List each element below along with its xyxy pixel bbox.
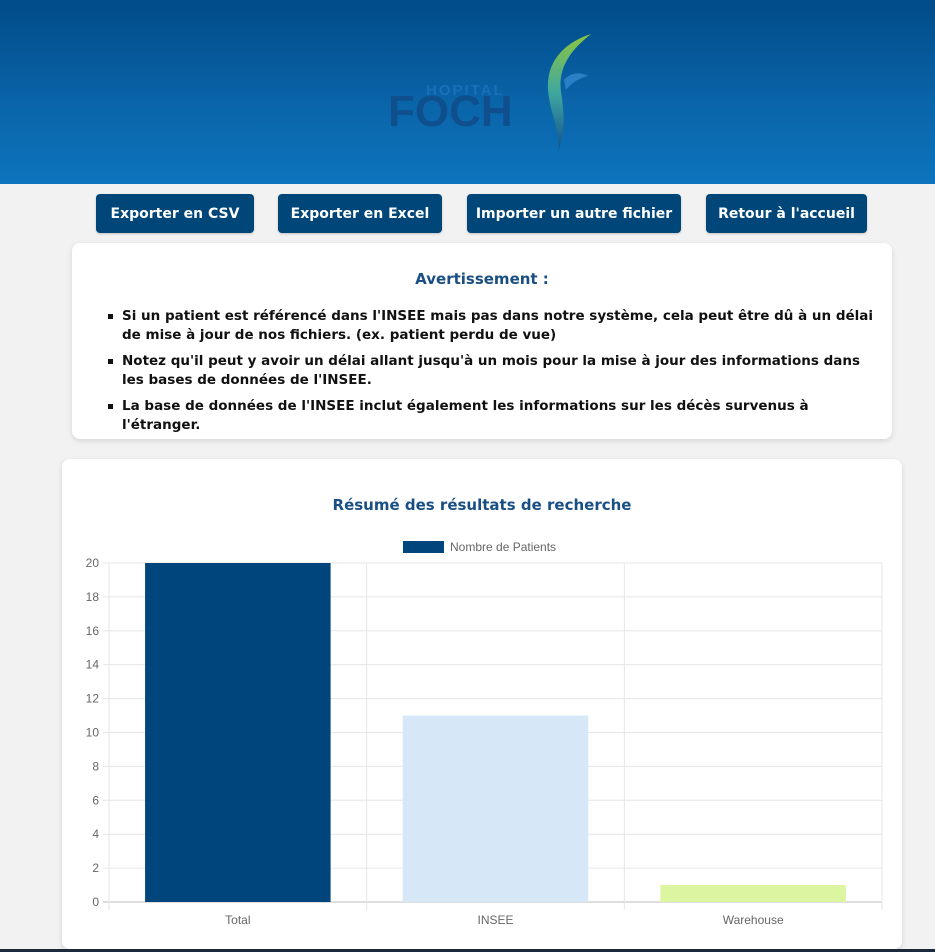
export-excel-button[interactable]: Exporter en Excel <box>278 194 442 233</box>
x-tick-label: Warehouse <box>723 913 784 927</box>
warning-title: Avertissement : <box>415 270 549 288</box>
back-home-button[interactable]: Retour à l'accueil <box>706 194 867 233</box>
y-tick-label: 18 <box>86 590 100 604</box>
warning-item: Notez qu'il peut y avoir un délai allant… <box>108 352 874 390</box>
y-tick-label: 0 <box>92 895 99 909</box>
results-summary-card: Résumé des résultats de recherche 024681… <box>62 459 902 949</box>
bar-warehouse <box>660 885 846 902</box>
y-tick-label: 4 <box>92 827 99 841</box>
warning-item: Si un patient est référencé dans l'INSEE… <box>108 307 874 345</box>
y-tick-label: 20 <box>86 556 100 570</box>
header-banner: HOPITAL FOCH <box>0 0 935 184</box>
import-file-button[interactable]: Importer un autre fichier <box>467 194 681 233</box>
x-tick-label: INSEE <box>477 913 513 927</box>
warning-card: Avertissement : Si un patient est référe… <box>72 243 892 439</box>
y-tick-label: 2 <box>92 861 99 875</box>
hospital-logo: HOPITAL FOCH <box>386 30 596 154</box>
logo-big-text: FOCH <box>388 87 513 136</box>
y-tick-label: 16 <box>86 624 100 638</box>
warning-item: La base de données de l'INSEE inclut éga… <box>108 397 874 435</box>
y-tick-label: 14 <box>86 658 100 672</box>
y-tick-label: 8 <box>92 759 99 773</box>
y-tick-label: 12 <box>86 692 100 706</box>
bar-total <box>145 563 331 902</box>
bar-insee <box>402 715 589 902</box>
bar-chart: 0 2 4 6 8 10 12 14 16 18 20 Total INSEE Warehouse Nomb… <box>86 540 883 927</box>
legend-label: Nombre de Patients <box>450 540 556 554</box>
legend-swatch <box>403 541 444 553</box>
export-csv-button[interactable]: Exporter en CSV <box>96 194 254 233</box>
leaf-logo-icon <box>547 34 591 152</box>
warning-list: Si un patient est référencé dans l'INSEE… <box>108 307 874 442</box>
y-tick-label: 6 <box>92 793 99 807</box>
y-tick-label: 10 <box>86 726 100 740</box>
x-tick-label: Total <box>225 913 250 927</box>
